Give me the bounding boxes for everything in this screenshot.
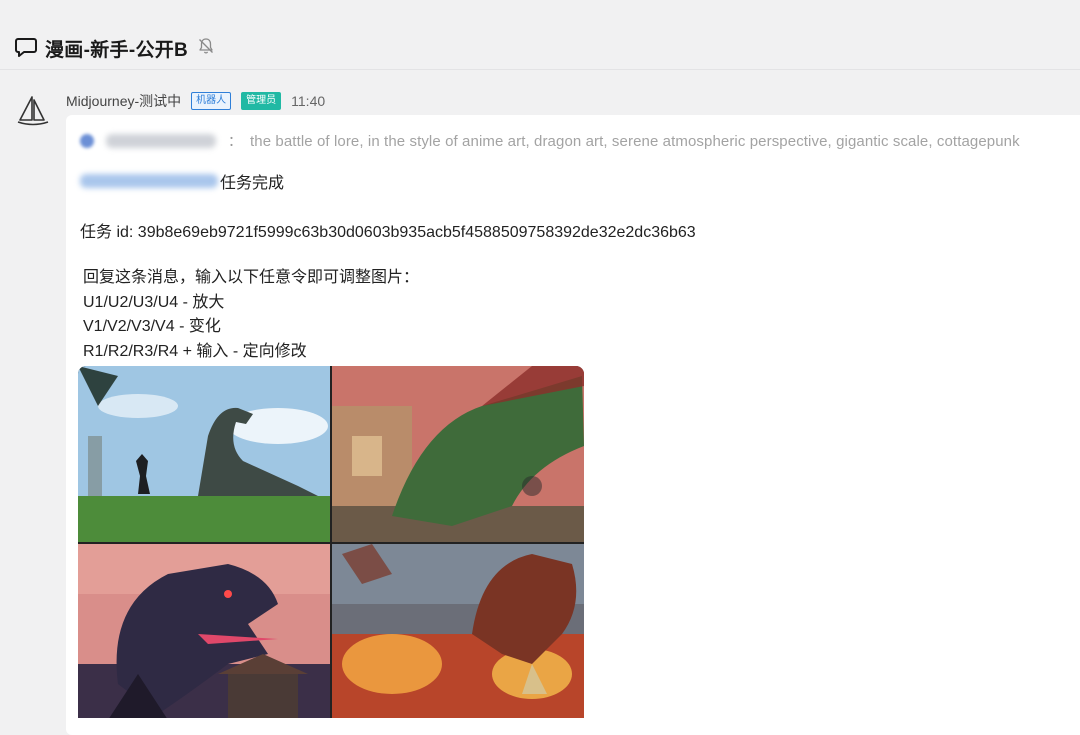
reply-reference[interactable]: ： the battle of lore, in the style of an… bbox=[80, 130, 1020, 152]
status-line: 任务完成 bbox=[80, 170, 284, 192]
bot-badge: 机器人 bbox=[191, 92, 232, 110]
image-tile[interactable] bbox=[78, 544, 330, 718]
redacted-username bbox=[106, 134, 216, 148]
author-name[interactable]: Midjourney-测试中 bbox=[66, 91, 181, 111]
instruction-line: 回复这条消息，输入以下任意令即可调整图片： bbox=[83, 269, 420, 286]
image-tile[interactable] bbox=[332, 366, 584, 542]
chat-icon bbox=[15, 38, 37, 57]
reply-prompt: the battle of lore, in the style of anim… bbox=[250, 132, 1020, 150]
image-tile[interactable] bbox=[78, 366, 330, 542]
tile-art bbox=[332, 544, 584, 718]
instruction-line: U1/U2/U3/U4 - 放大 bbox=[83, 293, 225, 311]
reply-avatar bbox=[80, 134, 94, 148]
reply-separator: ： bbox=[228, 133, 242, 149]
message-meta: Midjourney-测试中 机器人 管理员 11:40 bbox=[66, 90, 325, 112]
channel-title: 漫画-新手-公开B bbox=[45, 40, 189, 61]
tile-art bbox=[78, 544, 330, 718]
image-grid[interactable] bbox=[78, 366, 584, 718]
tile-art bbox=[78, 366, 330, 542]
author-avatar[interactable] bbox=[12, 90, 54, 132]
bell-off-icon[interactable] bbox=[197, 37, 215, 55]
status-text: 任务完成 bbox=[220, 175, 285, 192]
admin-badge: 管理员 bbox=[241, 92, 282, 110]
redacted-mention[interactable] bbox=[80, 174, 218, 188]
tile-art bbox=[332, 366, 584, 542]
instructions: 回复这条消息，输入以下任意令即可调整图片： U1/U2/U3/U4 - 放大 V… bbox=[83, 266, 419, 364]
instruction-line: R1/R2/R3/R4 + 输入 - 定向修改 bbox=[83, 342, 307, 360]
channel-header: 漫画-新手-公开B bbox=[0, 0, 1080, 70]
message-time: 11:40 bbox=[291, 93, 326, 109]
sailboat-icon bbox=[17, 96, 49, 126]
instruction-line: V1/V2/V3/V4 - 变化 bbox=[83, 318, 221, 335]
task-id: 任务 id: 39b8e69eb9721f5999c63b30d0603b935… bbox=[80, 224, 696, 241]
image-tile[interactable] bbox=[332, 544, 584, 718]
